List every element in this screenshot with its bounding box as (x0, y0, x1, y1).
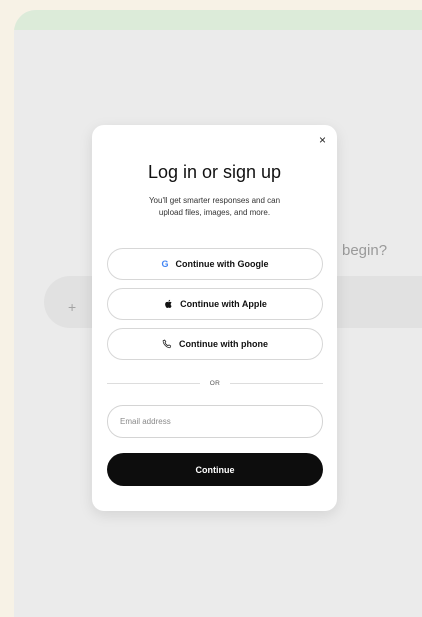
top-bar (14, 10, 422, 30)
subtitle-line: upload files, images, and more. (158, 208, 271, 217)
or-divider: OR (107, 377, 323, 389)
divider-line (107, 382, 200, 384)
background-prompt-text: begin? (342, 242, 388, 259)
button-label: Continue with Google (175, 259, 269, 269)
button-label: Continue with Apple (180, 299, 267, 309)
continue-with-phone-button[interactable]: Continue with phone (107, 328, 323, 360)
modal-subtitle: You'll get smarter responses and can upl… (112, 195, 317, 219)
phone-icon (162, 339, 172, 349)
divider-text: OR (209, 379, 221, 387)
email-field[interactable] (107, 405, 323, 438)
login-modal: × Log in or sign up You'll get smarter r… (92, 125, 337, 511)
continue-with-apple-button[interactable]: Continue with Apple (107, 288, 323, 320)
modal-title: Log in or sign up (147, 162, 282, 182)
continue-with-google-button[interactable]: G Continue with Google (107, 248, 323, 280)
button-label: Continue with phone (179, 339, 268, 349)
plus-icon[interactable]: + (68, 300, 76, 314)
continue-button[interactable]: Continue (107, 453, 323, 486)
close-icon[interactable]: × (319, 134, 326, 146)
google-icon: G (161, 259, 169, 269)
divider-line (230, 382, 323, 384)
subtitle-line: You'll get smarter responses and can (148, 196, 281, 205)
apple-icon (165, 299, 172, 308)
